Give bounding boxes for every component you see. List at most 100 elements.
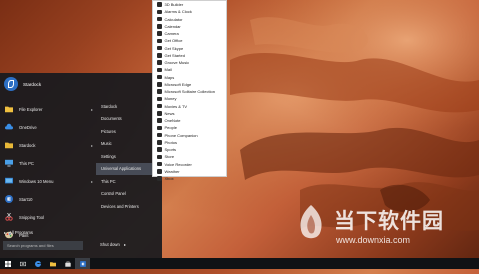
app-tile-icon [157,82,162,87]
app-tile-icon [157,96,162,102]
watermark-url: www.downxia.com [336,235,411,245]
universal-applications-submenu: 3D Builder Alarms & Clock Calculator Cal… [152,0,227,181]
app-tile-icon [157,67,162,73]
place-label: Universal Applications [101,166,142,172]
app-label: Groove Music [164,60,190,66]
app-label: Maps [164,74,175,80]
app-photos[interactable]: Photos [153,139,226,146]
app-tile-icon [157,176,162,181]
app-weather[interactable]: Weather [153,168,226,175]
shutdown-button[interactable]: Shut down ▸ [100,242,126,247]
app-label: Sports [164,147,177,153]
app-news[interactable]: News [153,110,226,117]
shutdown-options-arrow-icon[interactable]: ▸ [124,242,126,247]
user-row[interactable]: Stardock [0,73,162,95]
app-label: Store [164,154,175,160]
app-tile-icon [157,154,162,160]
app-label: Weather [164,168,180,174]
app-sports[interactable]: Sports [153,146,226,153]
app-label: News [164,110,175,116]
app-xbox[interactable]: Xbox [153,175,226,182]
submenu-arrow-icon: ▸ [90,179,93,184]
app-label: Get Started [164,52,185,58]
app-get-started[interactable]: Get Started [153,52,226,59]
app-microsoft-edge[interactable]: Microsoft Edge [153,81,226,88]
program-windows-10-menu[interactable]: Windows 10 Menu ▸ [0,172,96,190]
program-label: File Explorer [19,106,43,112]
computer-icon [5,159,13,167]
stardock-icon [5,142,13,149]
downxia-logo-icon [300,205,322,239]
expand-arrow-icon: ▸ [4,230,7,235]
program-label: Windows 10 Menu [19,178,54,184]
app-voice-recorder[interactable]: Voice Recorder [153,161,226,168]
app-calculator[interactable]: Calculator [153,16,226,23]
app-label: Calendar [164,23,181,29]
program-snipping-tool[interactable]: Snipping Tool [0,208,96,226]
app-3d-builder[interactable]: 3D Builder [153,1,226,8]
app-tile-icon [157,147,162,152]
start10-taskbar-button[interactable] [75,258,90,269]
app-label: People [164,125,177,131]
search-input[interactable] [3,241,77,250]
folder-icon [5,106,13,113]
app-tile-icon [157,132,162,138]
program-stardock[interactable]: Stardock ▸ [0,136,96,154]
pinned-programs-list: File Explorer ▸ OneDrive Stardock ▸ This… [0,100,96,244]
place-devices-and-printers[interactable]: Devices and Printers [96,200,162,213]
app-tile-icon [157,169,162,174]
program-label: This PC [19,160,34,166]
file-explorer-icon [49,261,56,266]
app-calendar[interactable]: Calendar [153,23,226,30]
program-file-explorer[interactable]: File Explorer ▸ [0,100,96,118]
app-get-skype[interactable]: Get Skype [153,45,226,52]
app-label: Movies & TV [164,103,188,109]
app-label: Money [164,96,177,102]
app-tile-icon [157,24,162,29]
monitor-icon [5,177,13,184]
start10-icon [5,195,13,203]
app-label: Xbox [164,176,174,182]
app-label: Get Skype [164,45,184,51]
app-get-office[interactable]: Get Office [153,37,226,44]
program-onedrive[interactable]: OneDrive [0,118,96,136]
search-box[interactable] [3,241,83,250]
app-tile-icon [157,38,162,44]
app-movies-tv[interactable]: Movies & TV [153,103,226,110]
start-button-icon [4,260,11,267]
app-tile-icon [157,125,162,131]
program-label: Snipping Tool [19,214,45,220]
app-tile-icon [157,60,162,65]
app-phone-companion[interactable]: Phone Companion [153,132,226,139]
file-explorer-button[interactable] [45,258,60,269]
app-tile-icon [157,16,162,22]
start-button[interactable] [0,258,15,269]
app-camera[interactable]: Camera [153,30,226,37]
app-people[interactable]: People [153,124,226,131]
app-tile-icon [157,111,162,116]
app-store[interactable]: Store [153,153,226,160]
task-view-button[interactable] [15,258,30,269]
app-tile-icon [157,161,162,167]
app-label: Phone Companion [164,132,198,138]
app-maps[interactable]: Maps [153,74,226,81]
app-onenote[interactable]: OneNote [153,117,226,124]
app-label: OneNote [164,118,181,124]
app-tile-icon [157,74,162,80]
program-start10[interactable]: Start10 [0,190,96,208]
all-programs-button[interactable]: ▸ All Programs [4,230,33,235]
user-avatar [4,77,18,91]
app-groove-music[interactable]: Groove Music [153,59,226,66]
program-label: Stardock [19,142,36,148]
edge-button[interactable] [30,258,45,269]
store-button[interactable] [60,258,75,269]
store-icon [64,261,71,267]
place-control-panel[interactable]: Control Panel [96,188,162,201]
app-microsoft-solitaire-collection[interactable]: Microsoft Solitaire Collection [153,88,226,95]
app-alarms-clock[interactable]: Alarms & Clock [153,8,226,15]
app-tile-icon [157,103,162,109]
app-money[interactable]: Money [153,95,226,102]
app-mail[interactable]: Mail [153,66,226,73]
program-label: Start10 [19,196,33,202]
program-this-pc[interactable]: This PC [0,154,96,172]
